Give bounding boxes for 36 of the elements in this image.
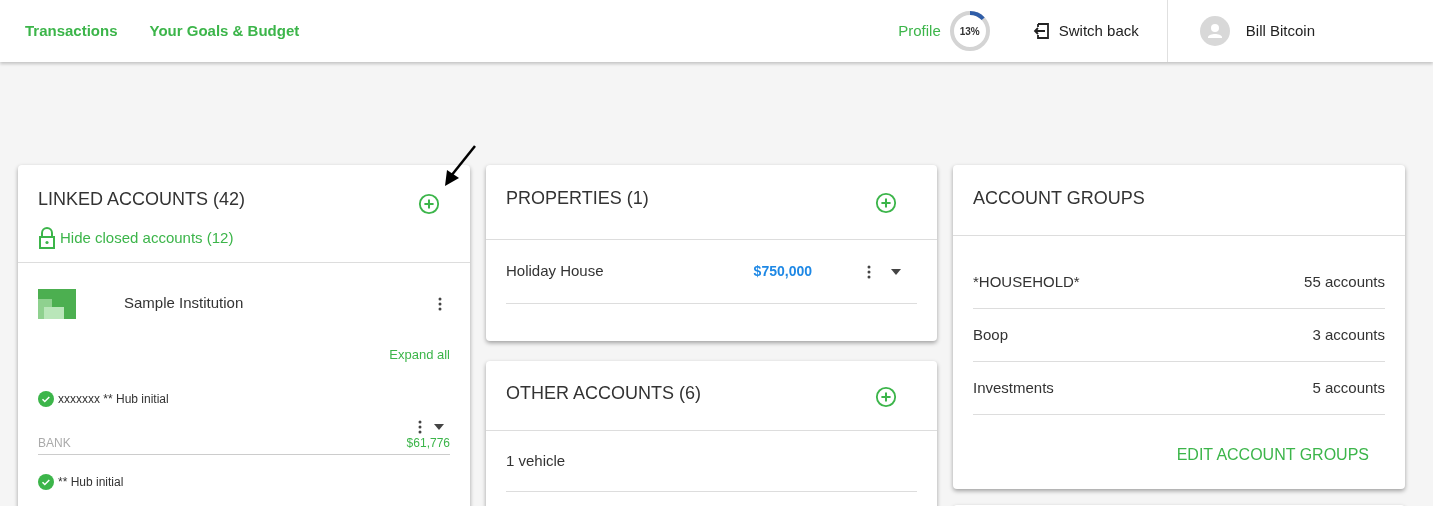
group-row[interactable]: *HOUSEHOLD* 55 accounts bbox=[973, 256, 1385, 309]
more-options-icon[interactable] bbox=[867, 264, 871, 279]
user-name: Bill Bitcoin bbox=[1245, 20, 1315, 41]
profile-percent: 13% bbox=[959, 24, 980, 39]
property-name: Holiday House bbox=[506, 261, 604, 282]
add-icon[interactable] bbox=[875, 192, 897, 214]
caret-icon[interactable] bbox=[891, 268, 901, 275]
more-options-icon[interactable] bbox=[438, 296, 442, 311]
card-title: ACCOUNT GROUPS bbox=[973, 187, 1146, 210]
lock-icon bbox=[38, 227, 56, 250]
card-title: PROPERTIES (1) bbox=[506, 187, 649, 210]
progress-ring bbox=[948, 10, 991, 52]
account-summary: 1 vehicle bbox=[506, 450, 566, 471]
more-options-icon[interactable] bbox=[418, 420, 422, 434]
switch-back-button[interactable]: Switch back bbox=[1030, 19, 1139, 43]
account-type: BANK bbox=[38, 435, 71, 452]
group-row[interactable]: Investments 5 accounts bbox=[973, 362, 1385, 415]
edit-groups-button[interactable]: EDIT ACCOUNT GROUPS bbox=[1176, 443, 1369, 467]
account-name: ** Hub initial bbox=[58, 474, 124, 491]
add-icon[interactable] bbox=[418, 193, 440, 215]
expand-all-link[interactable]: Expand all bbox=[389, 344, 450, 364]
nav-link[interactable]: Transactions bbox=[25, 19, 118, 43]
card-title: OTHER ACCOUNTS (6) bbox=[506, 382, 701, 405]
profile-link[interactable]: Profile bbox=[898, 19, 941, 43]
account-name: xxxxxxx ** Hub initial bbox=[58, 391, 169, 408]
arrow-icon bbox=[443, 144, 477, 188]
nav-link[interactable]: Your Goals & Budget bbox=[149, 19, 300, 43]
account-balance: $61,776 bbox=[406, 435, 450, 452]
property-value: $750,000 bbox=[753, 262, 812, 281]
card-title: LINKED ACCOUNTS (42) bbox=[38, 188, 246, 211]
add-icon[interactable] bbox=[875, 386, 897, 408]
institution-name: Sample Institution bbox=[124, 293, 244, 314]
hide-closed-link[interactable]: Hide closed accounts (12) bbox=[38, 227, 450, 250]
institution-logo bbox=[38, 288, 76, 319]
group-row[interactable]: Boop 3 accounts bbox=[973, 309, 1385, 362]
caret-icon[interactable] bbox=[434, 424, 444, 430]
